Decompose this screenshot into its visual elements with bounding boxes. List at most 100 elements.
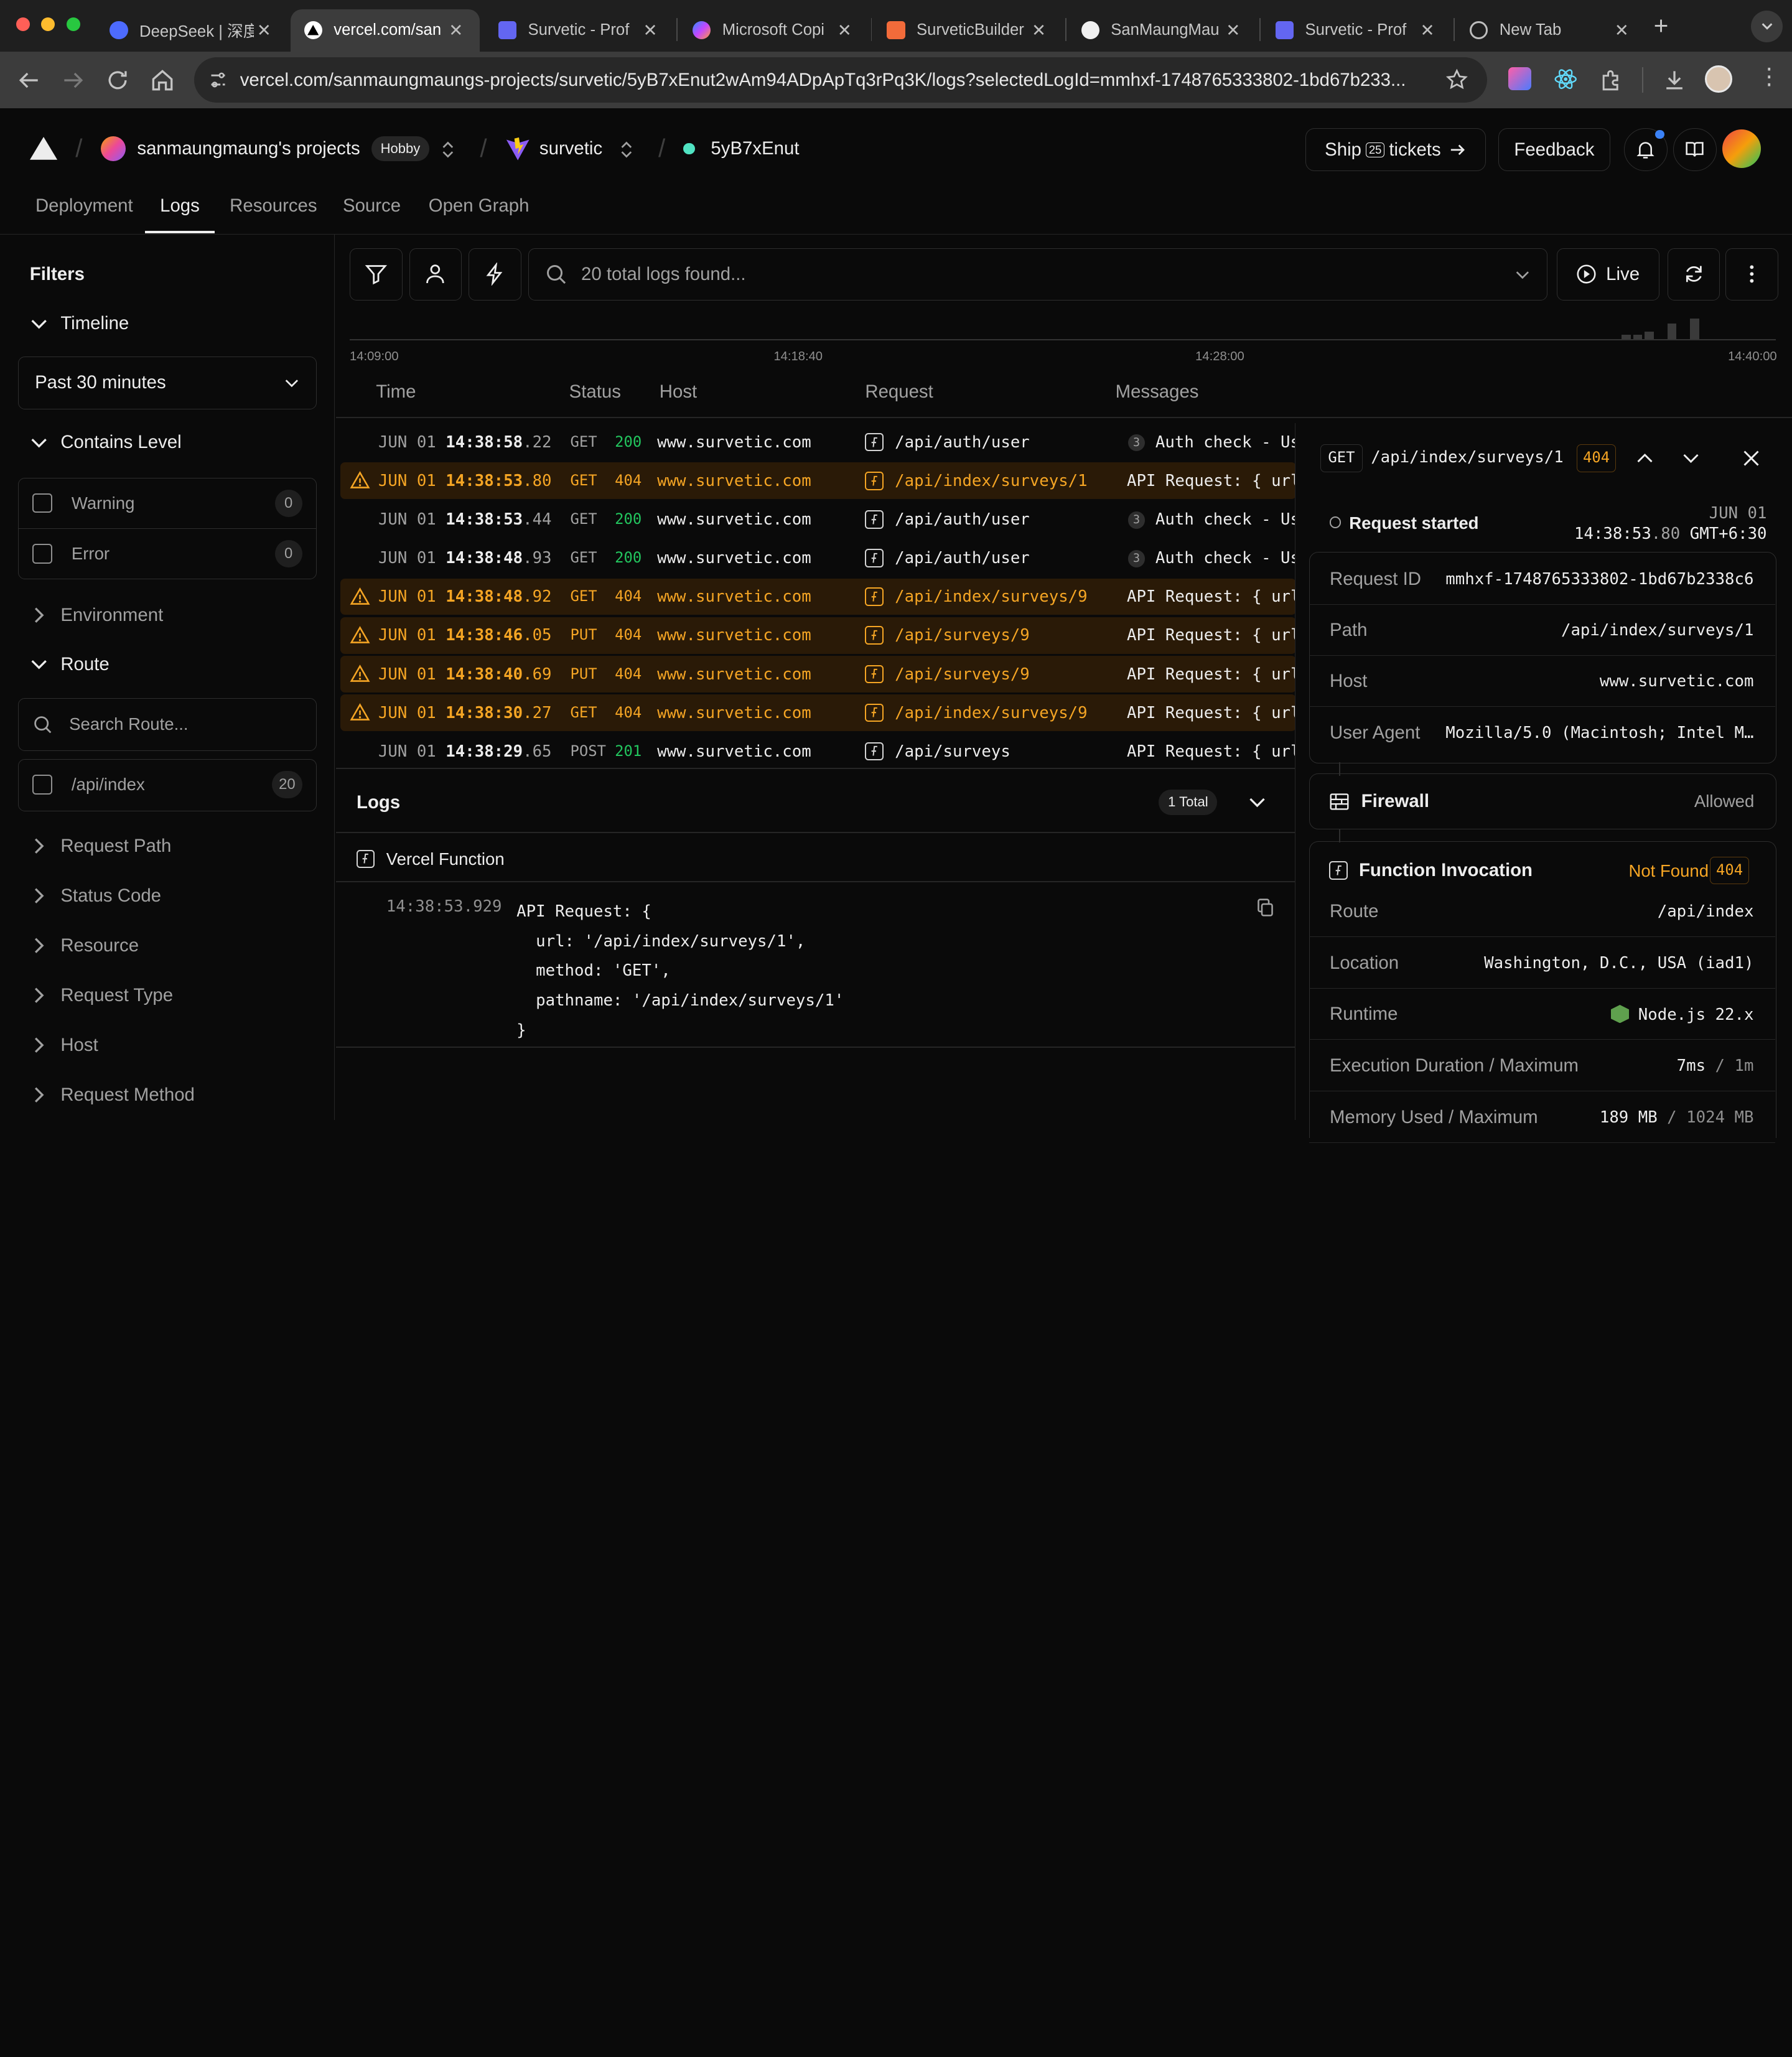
log-row[interactable]: JUN 01 14:38:30.27 GET 404 www.survetic.com /…: [340, 694, 1296, 731]
team-name[interactable]: sanmaungmaung's projects: [137, 138, 360, 159]
log-row[interactable]: JUN 01 14:38:46.05 PUT 404 www.survetic.com /…: [340, 617, 1296, 654]
histogram-bar[interactable]: [1645, 331, 1654, 340]
project-name[interactable]: survetic: [539, 138, 602, 159]
refresh-button[interactable]: [1667, 248, 1720, 301]
histogram-bar[interactable]: [1690, 319, 1700, 340]
browser-tab[interactable]: Survetic - Prof ✕: [485, 9, 674, 52]
bookmark-star-icon[interactable]: [1445, 68, 1468, 91]
notifications-button[interactable]: [1623, 128, 1668, 172]
zoom-window-button[interactable]: [66, 17, 80, 31]
log-row[interactable]: JUN 01 14:38:53.44 GET 200 www.survetic.com /…: [340, 501, 1296, 538]
extension-icon[interactable]: [1508, 67, 1532, 91]
column-header-time[interactable]: Time: [376, 381, 416, 403]
tab-resources[interactable]: Resources: [230, 195, 317, 217]
close-tab-icon[interactable]: ✕: [1417, 21, 1438, 40]
new-tab-button[interactable]: +: [1654, 11, 1669, 40]
contains-level-toggle[interactable]: Contains Level: [30, 432, 182, 453]
more-options-button[interactable]: [1725, 248, 1778, 301]
log-row[interactable]: JUN 01 14:38:29.65 POST 201 www.survetic.com…: [340, 733, 1296, 770]
tab-search-button[interactable]: [1750, 10, 1783, 42]
chevron-down-icon[interactable]: [1514, 266, 1531, 282]
close-tab-icon[interactable]: ✕: [834, 21, 855, 40]
team-switcher-icon[interactable]: [440, 139, 456, 160]
histogram-bar[interactable]: [1633, 335, 1643, 340]
feedback-button[interactable]: Feedback: [1498, 128, 1610, 172]
route-search-input[interactable]: Search Route...: [18, 698, 317, 751]
project-switcher-icon[interactable]: [618, 139, 635, 160]
column-header-messages[interactable]: Messages: [1116, 381, 1199, 403]
function-filter-button[interactable]: [469, 248, 521, 301]
column-header-host[interactable]: Host: [660, 381, 697, 403]
filter-section-status-code[interactable]: Status Code: [30, 885, 161, 907]
download-icon[interactable]: [1661, 67, 1688, 94]
filter-section-resource[interactable]: Resource: [30, 935, 139, 956]
minimize-window-button[interactable]: [41, 17, 55, 31]
browser-tab[interactable]: New Tab ✕: [1456, 9, 1646, 52]
level-option-warning[interactable]: Warning 0: [19, 478, 316, 529]
filter-section-request-path[interactable]: Request Path: [30, 836, 171, 857]
chevron-up-icon[interactable]: [1635, 448, 1655, 469]
log-row[interactable]: JUN 01 14:38:58.22 GET 200 www.survetic.com /…: [340, 424, 1296, 460]
histogram-bar[interactable]: [1667, 323, 1677, 340]
field-value[interactable]: Mozilla/5.0 (Macintosh; Intel M…: [1445, 724, 1753, 742]
vercel-logo-icon[interactable]: [29, 137, 57, 161]
field-value[interactable]: /api/index/surveys/1: [1561, 621, 1754, 640]
log-row[interactable]: JUN 01 14:38:53.80 GET 404 www.survetic.com /…: [340, 462, 1296, 500]
field-value[interactable]: mmhxf-1748765333802-1bd67b2338c6: [1445, 570, 1753, 589]
extensions-puzzle-icon[interactable]: [1598, 67, 1625, 94]
browser-tab[interactable]: SanMaungMau ✕: [1067, 9, 1257, 52]
chevron-down-icon[interactable]: [1681, 448, 1701, 469]
route-checkbox[interactable]: [32, 775, 52, 795]
tab-source[interactable]: Source: [343, 195, 401, 217]
close-tab-icon[interactable]: ✕: [1029, 21, 1049, 40]
live-button[interactable]: Live: [1556, 248, 1659, 301]
profile-avatar[interactable]: [1705, 65, 1733, 93]
column-header-request[interactable]: Request: [865, 381, 933, 403]
warning-checkbox[interactable]: [32, 493, 52, 513]
ship-tickets-button[interactable]: Ship 25 tickets: [1305, 128, 1486, 172]
browser-menu-icon[interactable]: ⋮: [1758, 65, 1781, 88]
close-window-button[interactable]: [16, 17, 30, 31]
close-tab-icon[interactable]: ✕: [446, 21, 466, 40]
home-icon[interactable]: [149, 67, 176, 94]
firewall-card[interactable]: Firewall Allowed: [1309, 773, 1777, 830]
deployment-id[interactable]: 5yB7xEnut: [711, 138, 799, 159]
close-tab-icon[interactable]: ✕: [1223, 21, 1243, 40]
site-settings-icon[interactable]: [208, 70, 228, 90]
filter-button[interactable]: [350, 248, 403, 301]
timeline-select[interactable]: Past 30 minutes: [18, 357, 317, 409]
close-tab-icon[interactable]: ✕: [254, 21, 274, 40]
docs-button[interactable]: [1673, 128, 1717, 172]
route-section-toggle[interactable]: Route: [30, 654, 110, 675]
tab-open-graph[interactable]: Open Graph: [429, 195, 530, 217]
log-row[interactable]: JUN 01 14:38:48.93 GET 200 www.survetic.com /…: [340, 540, 1296, 577]
environment-toggle[interactable]: Environment: [30, 605, 163, 626]
filter-section-request-method[interactable]: Request Method: [30, 1084, 195, 1106]
error-checkbox[interactable]: [32, 544, 52, 564]
react-devtools-icon[interactable]: [1553, 67, 1578, 91]
close-tab-icon[interactable]: ✕: [1612, 21, 1632, 40]
reload-icon[interactable]: [104, 67, 131, 94]
log-row[interactable]: JUN 01 14:38:40.69 PUT 404 www.survetic.com /…: [340, 655, 1296, 693]
filter-section-request-type[interactable]: Request Type: [30, 985, 173, 1006]
histogram-bar[interactable]: [1622, 335, 1631, 340]
back-icon[interactable]: [15, 67, 42, 94]
column-header-status[interactable]: Status: [569, 381, 621, 403]
filter-section-host[interactable]: Host: [30, 1035, 98, 1056]
level-option-error[interactable]: Error 0: [19, 529, 315, 579]
user-avatar[interactable]: [1722, 129, 1762, 168]
log-row[interactable]: JUN 01 14:38:48.92 GET 404 www.survetic.com /…: [340, 578, 1296, 615]
browser-tab-active[interactable]: vercel.com/san ✕: [290, 9, 480, 52]
user-filter-button[interactable]: [409, 248, 462, 301]
browser-tab[interactable]: Survetic - Prof ✕: [1262, 9, 1452, 52]
copy-icon[interactable]: [1255, 897, 1276, 918]
browser-tab[interactable]: SurveticBuilder ✕: [873, 9, 1063, 52]
timeline-section-toggle[interactable]: Timeline: [30, 313, 129, 334]
log-search-input[interactable]: 20 total logs found...: [528, 248, 1547, 301]
tab-deployment[interactable]: Deployment: [35, 195, 133, 217]
browser-tab[interactable]: DeepSeek | 深度 ✕: [96, 9, 288, 52]
chevron-down-icon[interactable]: [1247, 792, 1267, 813]
forward-icon[interactable]: [60, 67, 87, 94]
close-tab-icon[interactable]: ✕: [640, 21, 661, 40]
field-value[interactable]: www.survetic.com: [1600, 672, 1754, 691]
